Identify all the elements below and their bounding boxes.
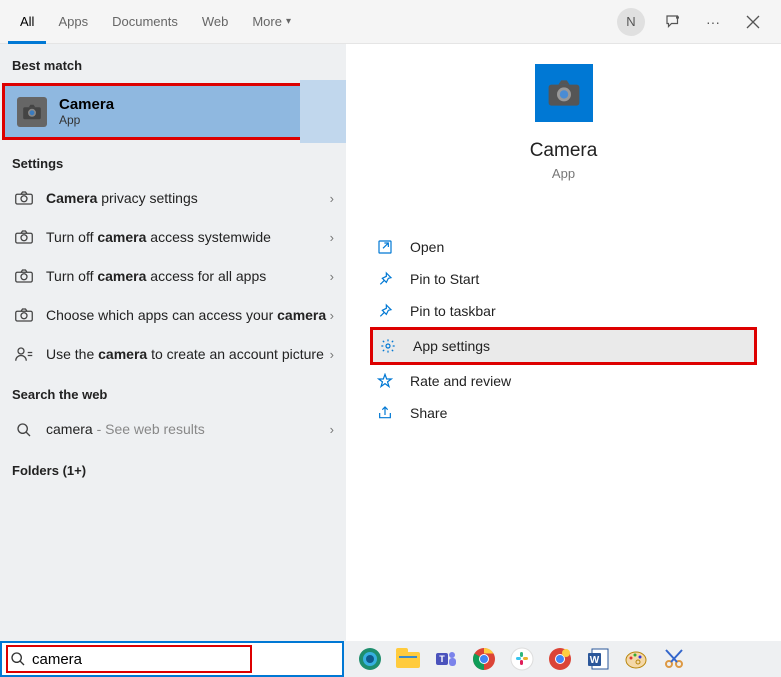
svg-text:T: T: [439, 654, 445, 664]
action-label: Open: [410, 239, 444, 255]
action-label: Pin to taskbar: [410, 303, 496, 319]
pin-start-icon: [374, 271, 396, 287]
taskbar-slack-icon[interactable]: [508, 645, 536, 673]
taskbar-snip-icon[interactable]: [660, 645, 688, 673]
camera-icon: [12, 269, 36, 283]
settings-result[interactable]: Camera privacy settings›: [0, 179, 346, 218]
close-icon[interactable]: [737, 6, 769, 38]
chevron-right-icon: ›: [330, 308, 334, 323]
section-head-bestmatch: Best match: [0, 44, 346, 81]
action-share[interactable]: Share: [370, 397, 781, 429]
detail-title: Camera: [346, 140, 781, 162]
feedback-icon[interactable]: [657, 6, 689, 38]
setting-label: Turn off camera access for all apps: [46, 267, 330, 286]
chevron-right-icon: ›: [330, 230, 334, 245]
action-label: Pin to Start: [410, 271, 479, 287]
web-suffix: - See web results: [93, 421, 205, 437]
search-icon: [10, 651, 26, 667]
person-icon: [12, 346, 36, 362]
taskbar-chrome-icon[interactable]: [470, 645, 498, 673]
action-star[interactable]: Rate and review: [370, 365, 781, 397]
settings-icon: [377, 338, 399, 354]
chevron-right-icon: ›: [330, 269, 334, 284]
tab-apps[interactable]: Apps: [46, 0, 100, 44]
action-open[interactable]: Open: [370, 231, 781, 263]
chevron-right-icon: ›: [330, 191, 334, 206]
settings-result[interactable]: Turn off camera access for all apps›: [0, 257, 346, 296]
action-settings[interactable]: App settings: [370, 327, 757, 365]
share-icon: [374, 405, 396, 421]
detail-panel: Camera App Open Pin to Start Pin to taskba…: [346, 44, 781, 641]
setting-label: Camera privacy settings: [46, 189, 330, 208]
more-icon[interactable]: ···: [697, 6, 729, 38]
taskbar: T W: [0, 641, 781, 677]
section-head-settings: Settings: [0, 142, 346, 179]
camera-icon: [12, 191, 36, 205]
setting-label: Use the camera to create an account pict…: [46, 345, 330, 364]
web-result[interactable]: camera - See web results ›: [0, 410, 346, 449]
detail-sub: App: [346, 166, 781, 181]
tab-documents[interactable]: Documents: [100, 0, 190, 44]
chevron-right-icon: ›: [330, 347, 334, 362]
settings-result[interactable]: Choose which apps can access your camera…: [0, 296, 346, 335]
taskbar-paint-icon[interactable]: [622, 645, 650, 673]
tab-web[interactable]: Web: [190, 0, 241, 44]
app-tile: [535, 64, 593, 122]
taskbar-chrome2-icon[interactable]: [546, 645, 574, 673]
settings-result[interactable]: Turn off camera access systemwide›: [0, 218, 346, 257]
settings-result[interactable]: Use the camera to create an account pict…: [0, 335, 346, 374]
web-term: camera: [46, 421, 93, 437]
tab-more[interactable]: More▾: [240, 0, 303, 44]
tabs-bar: AllAppsDocumentsWebMore▾ N ···: [0, 0, 781, 44]
action-label: Rate and review: [410, 373, 511, 389]
search-box[interactable]: [0, 641, 344, 677]
setting-label: Choose which apps can access your camera: [46, 306, 330, 325]
section-head-folders: Folders (1+): [0, 449, 346, 486]
taskbar-teams-icon[interactable]: T: [432, 645, 460, 673]
action-label: Share: [410, 405, 447, 421]
camera-icon: [12, 308, 36, 322]
taskbar-word-icon[interactable]: W: [584, 645, 612, 673]
taskbar-explorer-icon[interactable]: [394, 645, 422, 673]
camera-icon: [12, 230, 36, 244]
search-icon: [12, 422, 36, 438]
star-icon: [374, 373, 396, 389]
action-pin-taskbar[interactable]: Pin to taskbar: [370, 295, 781, 327]
pin-taskbar-icon: [374, 303, 396, 319]
setting-label: Turn off camera access systemwide: [46, 228, 330, 247]
bestmatch-title: Camera: [59, 96, 114, 113]
results-panel: Best match Camera App Settings Camera pr…: [0, 44, 346, 641]
action-pin-start[interactable]: Pin to Start: [370, 263, 781, 295]
action-label: App settings: [413, 338, 490, 354]
taskbar-edge-icon[interactable]: [356, 645, 384, 673]
camera-icon: [17, 97, 47, 127]
bestmatch-result[interactable]: Camera App: [2, 83, 342, 140]
section-head-web: Search the web: [0, 373, 346, 410]
search-input[interactable]: [32, 651, 334, 668]
tab-all[interactable]: All: [8, 0, 46, 44]
chevron-right-icon: ›: [330, 422, 334, 437]
open-icon: [374, 239, 396, 255]
svg-text:W: W: [590, 655, 600, 666]
bestmatch-sub: App: [59, 113, 114, 127]
avatar[interactable]: N: [617, 8, 645, 36]
